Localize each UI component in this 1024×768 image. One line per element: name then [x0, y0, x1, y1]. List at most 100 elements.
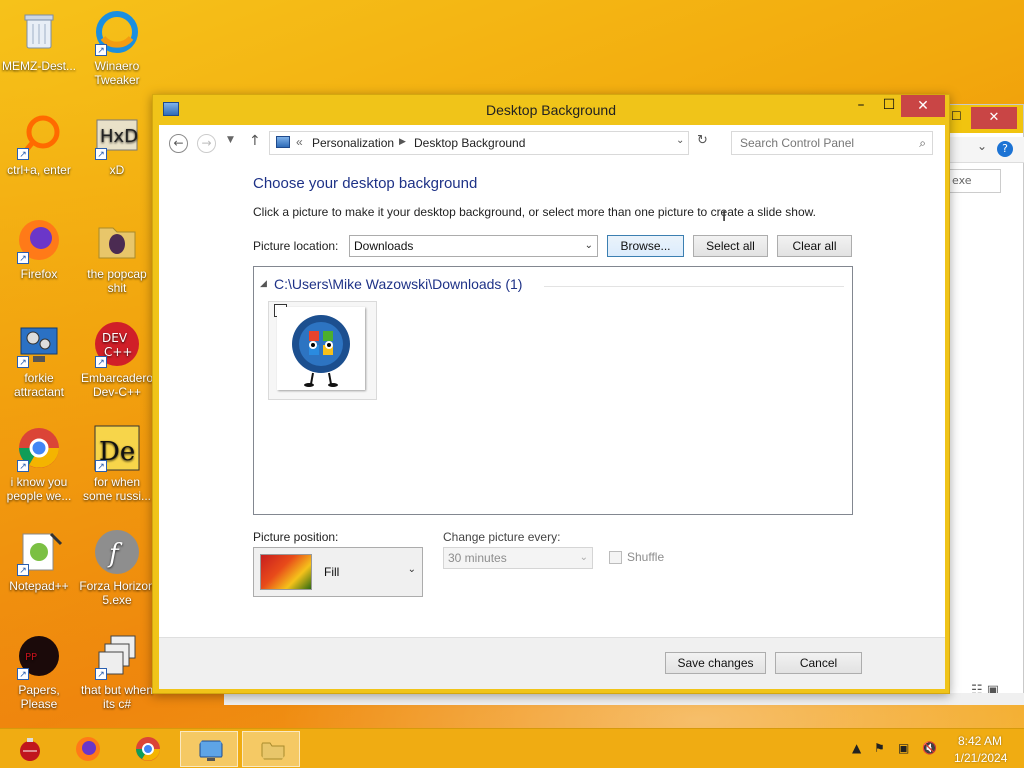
desktop-icon-winaero[interactable]: ↗ Winaero Tweaker: [78, 8, 156, 87]
winaero-icon: ↗: [93, 8, 141, 56]
desktop-icon-chrome[interactable]: ↗ i know you people we...: [0, 424, 78, 503]
background-window-titlebar[interactable]: ☐ ✕: [941, 105, 1023, 133]
clear-all-button[interactable]: Clear all: [777, 235, 852, 257]
desktop-background-window[interactable]: Desktop Background – ☐ ✕ ← → ▼ ↑ « Perso…: [152, 94, 950, 694]
chevron-down-icon[interactable]: ⌄: [977, 139, 987, 153]
taskbar: ▲ ⚑ ▣ 🔇 8:42 AM 1/21/2024: [0, 728, 1024, 768]
breadcrumb-desktop-background[interactable]: Desktop Background: [414, 136, 525, 150]
action-center-flag-icon[interactable]: ⚑: [874, 741, 885, 755]
picture-position-value: Fill: [324, 565, 340, 579]
collapse-group-icon[interactable]: ◢: [260, 279, 267, 289]
mouse-cursor-icon: I: [722, 209, 727, 225]
shortcut-arrow-icon: ↗: [17, 460, 29, 472]
taskbar-file-explorer[interactable]: [242, 731, 300, 767]
address-overflow[interactable]: «: [296, 135, 303, 149]
search-input[interactable]: Search Control Panel ⌕: [731, 131, 933, 155]
desktop-icon-label: forkie attractant: [13, 371, 65, 399]
background-window[interactable]: ☐ ✕ ⌄ ? exe ☷ ▣: [940, 104, 1024, 704]
desktop-icon-ctrl-a[interactable]: ↗ ctrl+a, enter: [0, 112, 78, 177]
shortcut-arrow-icon: ↗: [95, 148, 107, 160]
close-button[interactable]: ✕: [901, 95, 945, 117]
network-icon[interactable]: ▣: [898, 741, 909, 755]
desktop-icon-label: ctrl+a, enter: [7, 163, 71, 177]
desktop-icon-forza[interactable]: f Forza Horizon 5.exe: [78, 528, 156, 607]
devcpp-icon: DEV C++ ↗: [93, 320, 141, 368]
picture-thumbnail[interactable]: ✔: [268, 301, 377, 400]
folder-group-title[interactable]: C:\Users\Mike Wazowski\Downloads (1): [274, 276, 522, 292]
shortcut-arrow-icon: ↗: [95, 668, 107, 680]
desktop-icon-firefox[interactable]: ↗ Firefox: [0, 216, 78, 281]
picture-position-label: Picture position:: [253, 530, 339, 544]
group-divider: [544, 286, 844, 287]
up-button[interactable]: ↑: [249, 133, 261, 149]
svg-text:HxD: HxD: [100, 126, 138, 147]
content-area: Choose your desktop background Click a p…: [159, 157, 945, 637]
desktop-icon-xd[interactable]: HxD ↗ xD: [78, 112, 156, 177]
ornament-icon: [20, 738, 40, 761]
close-icon[interactable]: ✕: [971, 107, 1017, 129]
help-icon[interactable]: ?: [997, 141, 1013, 157]
volume-muted-icon[interactable]: 🔇: [922, 741, 937, 755]
desktop-icon-popcap[interactable]: the popcap shit: [78, 216, 156, 295]
papers-please-icon: PP ↗: [15, 632, 63, 680]
taskbar-chrome[interactable]: [118, 731, 176, 767]
file-explorer-icon: [261, 742, 285, 760]
breadcrumb-personalization[interactable]: Personalization: [312, 136, 394, 150]
desktop-icon-memz[interactable]: MEMZ-Dest...: [0, 8, 78, 73]
browse-button[interactable]: Browse...: [607, 235, 684, 257]
minimize-button[interactable]: –: [847, 95, 875, 117]
notepadpp-icon: ↗: [15, 528, 63, 576]
search-placeholder: Search Control Panel: [740, 136, 855, 150]
windows-stack-icon: ↗: [93, 632, 141, 680]
recent-locations-icon[interactable]: ▼: [227, 135, 234, 145]
breadcrumb-separator-icon[interactable]: ▶: [399, 136, 406, 147]
chevron-down-icon[interactable]: ⌄: [676, 135, 684, 146]
control-panel-icon: [199, 740, 223, 761]
change-picture-select[interactable]: 30 minutes ⌄: [443, 547, 593, 569]
forward-button[interactable]: →: [197, 134, 216, 153]
shuffle-label: Shuffle: [627, 550, 665, 564]
save-changes-button[interactable]: Save changes: [665, 652, 766, 674]
clock-date[interactable]: 1/21/2024: [954, 751, 1007, 765]
desktop-icon-devcpp[interactable]: DEV C++ ↗ Embarcadero Dev-C++: [78, 320, 156, 399]
shuffle-checkbox[interactable]: [609, 551, 622, 564]
desktop-icon-csharp[interactable]: ↗ that but when its c#: [78, 632, 156, 711]
maximize-button[interactable]: ☐: [875, 95, 903, 117]
svg-text:DEV: DEV: [102, 331, 128, 345]
cancel-button[interactable]: Cancel: [775, 652, 862, 674]
picture-location-select[interactable]: Downloads ⌄: [349, 235, 598, 257]
monitor-gear-icon: ↗: [15, 320, 63, 368]
picture-position-select[interactable]: Fill ⌄: [253, 547, 423, 597]
recycle-bin-icon: [15, 8, 63, 56]
position-preview-image: [260, 554, 312, 590]
shortcut-arrow-icon: ↗: [95, 44, 107, 56]
address-bar[interactable]: « Personalization ▶ Desktop Background ⌄: [269, 131, 689, 155]
chevron-down-icon: ⌄: [584, 240, 593, 251]
shortcut-arrow-icon: ↗: [17, 148, 29, 160]
desktop-icon-forkie[interactable]: ↗ forkie attractant: [0, 320, 78, 399]
maximize-icon[interactable]: ☐: [951, 109, 967, 125]
picture-gallery: ◢ C:\Users\Mike Wazowski\Downloads (1) ✔: [253, 266, 853, 515]
show-hidden-icons-icon[interactable]: ▲: [852, 741, 861, 755]
desktop-icon-label: Firefox: [20, 267, 58, 281]
back-button[interactable]: ←: [169, 134, 188, 153]
desktop-icon-label: Notepad++: [9, 579, 69, 593]
hxd-icon: HxD ↗: [93, 112, 141, 160]
folder-icon: [93, 216, 141, 264]
taskbar-control-panel[interactable]: [180, 731, 238, 767]
page-title: Choose your desktop background: [253, 175, 478, 192]
taskbar-start-ornament[interactable]: [0, 731, 58, 767]
refresh-icon[interactable]: ↻: [697, 133, 708, 148]
desktop-icon-de[interactable]: De ↗ for when some russi...: [78, 424, 156, 503]
magnifier-ring-icon: ↗: [15, 112, 63, 160]
search-icon[interactable]: ⌕: [919, 132, 926, 154]
title-bar[interactable]: Desktop Background – ☐ ✕: [153, 95, 949, 125]
clock-time[interactable]: 8:42 AM: [958, 734, 1002, 748]
background-window-search[interactable]: exe: [949, 169, 1001, 193]
select-all-button[interactable]: Select all: [693, 235, 768, 257]
flash-icon: f: [93, 528, 141, 576]
svg-text:PP: PP: [25, 652, 37, 663]
taskbar-firefox[interactable]: [58, 731, 116, 767]
desktop-icon-notepadpp[interactable]: ↗ Notepad++: [0, 528, 78, 593]
desktop-icon-papers-please[interactable]: PP ↗ Papers, Please: [0, 632, 78, 711]
